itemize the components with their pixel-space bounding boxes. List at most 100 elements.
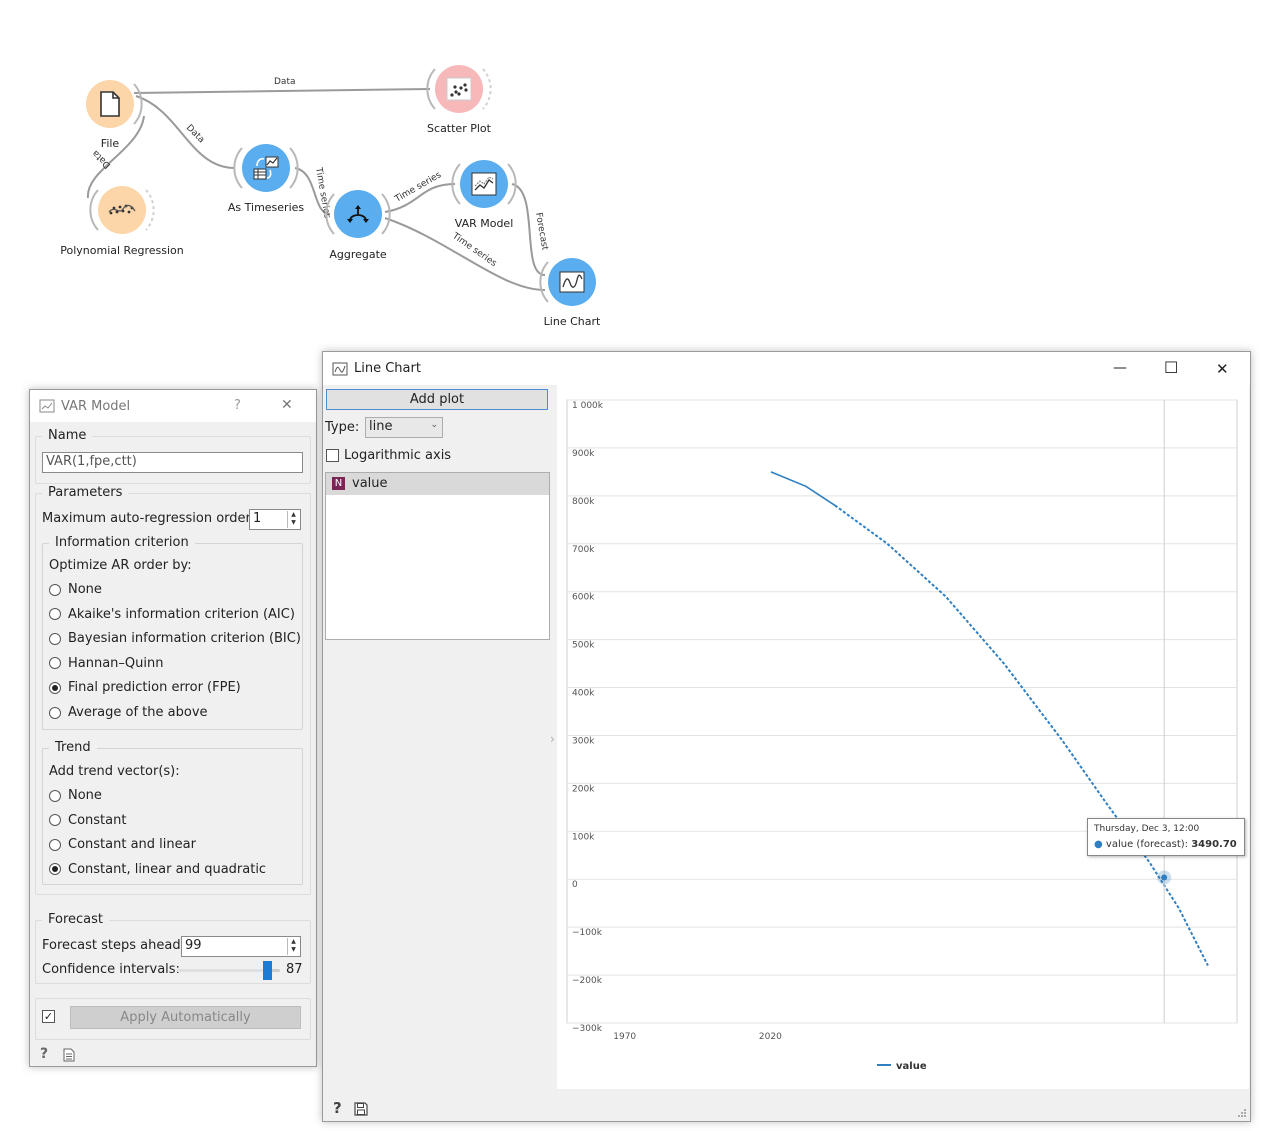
chart-tooltip: Thursday, Dec 3, 12:00 ● value (forecast…	[1087, 818, 1245, 856]
radio-button[interactable]	[49, 789, 61, 802]
max-order-value: 1	[253, 511, 262, 526]
radio-button[interactable]	[49, 838, 61, 851]
var-model-icon	[471, 172, 497, 196]
steps-label: Forecast steps ahead:	[42, 938, 185, 953]
add-plot-button[interactable]: Add plot	[326, 389, 548, 410]
trend-option[interactable]: None	[49, 788, 102, 803]
max-order-spinbox[interactable]: 1 ▲ ▼	[249, 509, 301, 530]
workflow-canvas[interactable]: Data Data Data Time series Time series T…	[0, 0, 1280, 340]
radio-button[interactable]	[49, 657, 61, 670]
radio-button[interactable]	[49, 681, 61, 694]
type-select[interactable]: line ⌄	[365, 417, 443, 438]
radio-button[interactable]	[49, 814, 61, 826]
optimize-label: Optimize AR order by:	[49, 558, 192, 573]
variable-list[interactable]: N value	[325, 472, 550, 640]
radio-button[interactable]	[49, 706, 61, 719]
scatter-plot-icon	[446, 77, 472, 101]
trend-option-label: Constant, linear and quadratic	[68, 861, 267, 877]
ic-option-label: Average of the above	[68, 705, 208, 720]
line-chart-title: Line Chart	[354, 361, 421, 376]
y-tick-label: 600k	[572, 593, 595, 603]
radio-button[interactable]	[49, 632, 61, 645]
ic-option[interactable]: Akaike's information criterion (AIC)	[49, 607, 295, 622]
y-tick-label: 400k	[572, 689, 595, 699]
ci-slider-track	[177, 969, 263, 972]
tooltip-series-marker-icon: ●	[1094, 839, 1103, 850]
y-tick-label: 300k	[572, 736, 595, 746]
max-order-label: Maximum auto-regression order:	[42, 511, 256, 526]
link-label-file-timeseries: Data	[184, 123, 206, 145]
steps-value: 99	[185, 938, 202, 953]
radio-button[interactable]	[49, 583, 61, 596]
line-chart-titlebar[interactable]: Line Chart — ☐ ✕	[323, 352, 1250, 385]
trend-option[interactable]: Constant	[49, 813, 126, 828]
spin-arrows-icon[interactable]: ▲ ▼	[287, 511, 299, 528]
numeric-variable-icon: N	[332, 477, 345, 490]
chevron-down-icon: ⌄	[430, 420, 438, 430]
spin-arrows-icon[interactable]: ▲ ▼	[287, 938, 299, 955]
ci-slider[interactable]	[177, 961, 280, 980]
var-model-titlebar[interactable]: VAR Model ? ✕	[30, 390, 316, 422]
close-button[interactable]: ✕	[1216, 360, 1229, 378]
log-axis-checkbox[interactable]	[326, 449, 339, 462]
minimize-button[interactable]: —	[1113, 360, 1127, 376]
node-aggregate[interactable]	[325, 186, 391, 242]
trend-option[interactable]: Constant, linear and quadratic	[49, 862, 266, 877]
ic-option-label: Bayesian information criterion (BIC)	[68, 631, 301, 647]
node-polynomial-regression[interactable]	[89, 182, 155, 238]
resize-grip-icon[interactable]	[1237, 1108, 1247, 1118]
node-as-timeseries[interactable]	[233, 140, 299, 196]
radio-button[interactable]	[49, 863, 61, 875]
ic-option[interactable]: None	[49, 582, 102, 597]
tooltip-series: value (forecast):	[1105, 839, 1189, 850]
ic-option[interactable]: Hannan–Quinn	[49, 656, 164, 671]
variable-name: value	[352, 476, 388, 491]
ic-option-label: Final prediction error (FPE)	[68, 680, 241, 696]
collapse-panel-icon[interactable]: ›	[550, 732, 555, 746]
help-button[interactable]: ?	[234, 398, 241, 413]
steps-spinbox[interactable]: 99 ▲ ▼	[181, 936, 301, 957]
legend-label: value	[896, 1061, 927, 1072]
ci-slider-handle[interactable]	[263, 961, 272, 980]
node-var-model[interactable]	[451, 156, 517, 212]
link-file-scatter[interactable]	[133, 88, 431, 94]
ic-option[interactable]: Average of the above	[49, 705, 208, 720]
y-tick-label: 200k	[572, 784, 595, 794]
highlight-point[interactable]	[1161, 874, 1168, 881]
help-icon[interactable]: ?	[333, 1099, 342, 1117]
maximize-button[interactable]: ☐	[1164, 358, 1178, 377]
node-file[interactable]	[82, 76, 143, 132]
name-input[interactable]: VAR(1,fpe,ctt)	[42, 452, 303, 473]
y-tick-label: −100k	[572, 928, 603, 938]
link-label-file-poly: Data	[91, 148, 113, 170]
list-item[interactable]: N value	[326, 473, 549, 495]
link-file-timeseries[interactable]	[135, 95, 236, 169]
node-line-chart[interactable]	[539, 254, 600, 310]
ic-option[interactable]: Bayesian information criterion (BIC)	[49, 631, 301, 646]
save-icon[interactable]	[354, 1102, 368, 1116]
radio-button[interactable]	[49, 608, 61, 621]
node-label-as-timeseries: As Timeseries	[227, 201, 305, 214]
node-label-file: File	[100, 137, 120, 150]
var-model-window: VAR Model ? ✕ Name VAR(1,fpe,ctt) Parame…	[29, 389, 317, 1067]
y-tick-label: 900k	[572, 449, 595, 459]
x-tick-label: 1970	[613, 1032, 636, 1042]
apply-auto-checkbox[interactable]: ✓	[42, 1010, 55, 1023]
close-button[interactable]: ✕	[281, 397, 293, 413]
plot-area[interactable]: 1 000k 900k 800k 700k 600k 500k 400k 300k 200k 10…	[557, 385, 1249, 1089]
information-criterion-title: Information criterion	[49, 535, 195, 550]
node-scatter-plot[interactable]	[426, 61, 492, 117]
apply-button[interactable]: Apply Automatically	[70, 1006, 301, 1029]
plot-frame	[566, 399, 1238, 1024]
line-chart-svg[interactable]: 1 000k 900k 800k 700k 600k 500k 400k 300k 200k 10…	[557, 385, 1249, 1089]
trend-option[interactable]: Constant and linear	[49, 837, 196, 852]
line-chart-window-icon	[332, 362, 348, 375]
report-icon[interactable]	[63, 1048, 75, 1062]
forecast-title: Forecast	[42, 912, 110, 927]
type-label: Type:	[325, 420, 360, 435]
ic-option[interactable]: Final prediction error (FPE)	[49, 680, 241, 695]
polynomial-regression-icon	[108, 204, 136, 215]
help-icon[interactable]: ?	[40, 1046, 48, 1062]
y-tick-label: −300k	[572, 1024, 603, 1034]
ic-option-label: None	[68, 582, 102, 597]
